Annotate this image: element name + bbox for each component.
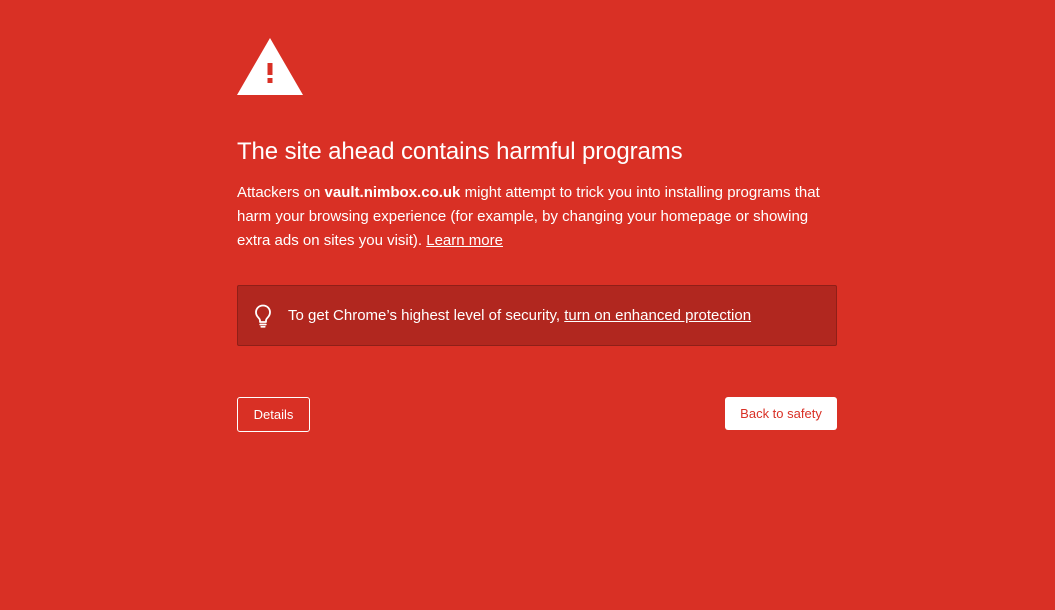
lightbulb-icon	[255, 304, 271, 328]
enhanced-protection-prompt: To get Chrome’s highest level of securit…	[288, 306, 565, 324]
site-domain: vault.nimbox.co.uk	[324, 184, 461, 201]
explanation-paragraph: Attackers on vault.nimbox.co.uk might at…	[237, 181, 837, 253]
enhanced-protection-link[interactable]: turn on enhanced protection	[564, 307, 751, 324]
interstitial-page: { "colors": { "background": "#d93025", "…	[0, 0, 1055, 610]
enhanced-protection-text: To get Chrome’s highest level of securit…	[288, 306, 751, 326]
warning-triangle-icon	[237, 38, 303, 95]
page-title: The site ahead contains harmful programs	[237, 138, 683, 165]
explanation-prefix: Attackers on	[237, 184, 325, 201]
back-to-safety-button[interactable]: Back to safety	[725, 397, 837, 430]
enhanced-protection-banner: To get Chrome’s highest level of securit…	[237, 285, 837, 346]
details-button[interactable]: Details	[237, 397, 310, 432]
learn-more-link[interactable]: Learn more	[426, 232, 503, 249]
